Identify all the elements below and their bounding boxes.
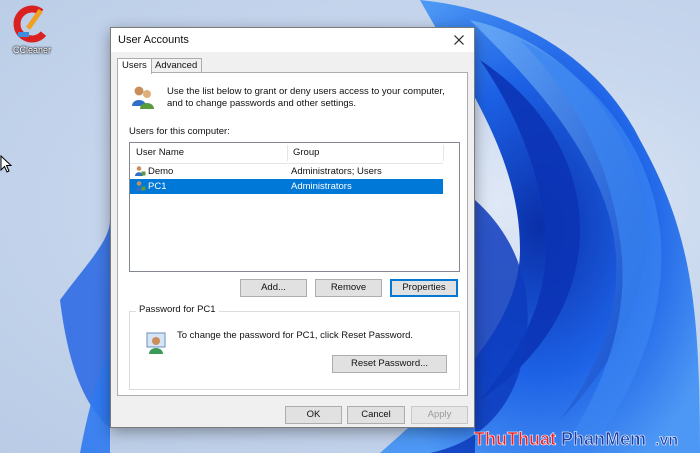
ok-button[interactable]: OK	[285, 406, 342, 424]
dialog-titlebar[interactable]: User Accounts	[111, 28, 474, 52]
column-divider[interactable]	[443, 145, 444, 161]
user-accounts-dialog: User Accounts Users Advanced Use the lis…	[110, 27, 475, 428]
user-name-cell: Demo	[148, 166, 174, 177]
svg-text:ThuThuat: ThuThuat	[474, 429, 556, 449]
users-list-label: Users for this computer:	[129, 126, 230, 137]
watermark-logo: ThuThuat PhanMem .vn	[474, 429, 679, 450]
password-group-legend: Password for PC1	[136, 304, 219, 315]
users-icon	[132, 86, 154, 109]
mouse-cursor-icon	[0, 155, 12, 173]
password-groupbox	[129, 311, 460, 390]
ccleaner-icon	[12, 4, 52, 44]
close-button[interactable]	[450, 31, 468, 49]
user-icon	[135, 181, 146, 191]
intro-line-2: and to change passwords and other settin…	[167, 98, 357, 109]
list-header: User Name Group	[130, 143, 444, 164]
remove-button[interactable]: Remove	[315, 279, 382, 297]
user-icon	[135, 166, 146, 176]
user-password-icon	[146, 332, 166, 354]
properties-button[interactable]: Properties	[390, 279, 458, 297]
reset-password-button[interactable]: Reset Password...	[332, 355, 447, 373]
tab-users[interactable]: Users	[117, 58, 152, 74]
user-group-cell: Administrators	[291, 181, 352, 192]
user-name-cell: PC1	[148, 181, 167, 192]
desktop-icon-ccleaner[interactable]: CCleaner	[6, 4, 58, 66]
cancel-button[interactable]: Cancel	[347, 406, 405, 424]
user-row-demo[interactable]: Demo Administrators; Users	[130, 164, 443, 179]
apply-button[interactable]: Apply	[411, 406, 468, 424]
add-button[interactable]: Add...	[240, 279, 307, 297]
tab-advanced[interactable]: Advanced	[150, 58, 203, 73]
users-list[interactable]: User Name Group Demo Administrators; Use…	[129, 142, 460, 272]
user-group-cell: Administrators; Users	[291, 166, 382, 177]
users-tab-panel: Use the list below to grant or deny user…	[117, 72, 468, 396]
user-row-pc1[interactable]: PC1 Administrators	[130, 179, 443, 194]
column-header-group[interactable]: Group	[287, 143, 443, 163]
svg-text:.vn: .vn	[655, 432, 678, 449]
password-instruction-text: To change the password for PC1, click Re…	[177, 330, 414, 341]
desktop-icon-label: CCleaner	[12, 45, 52, 55]
dialog-title: User Accounts	[118, 34, 189, 46]
intro-line-1: Use the list below to grant or deny user…	[167, 86, 445, 97]
close-icon	[454, 35, 464, 45]
svg-text:PhanMem: PhanMem	[561, 429, 646, 449]
intro-text: Use the list below to grant or deny user…	[167, 86, 457, 110]
column-header-user-name[interactable]: User Name	[130, 143, 287, 163]
